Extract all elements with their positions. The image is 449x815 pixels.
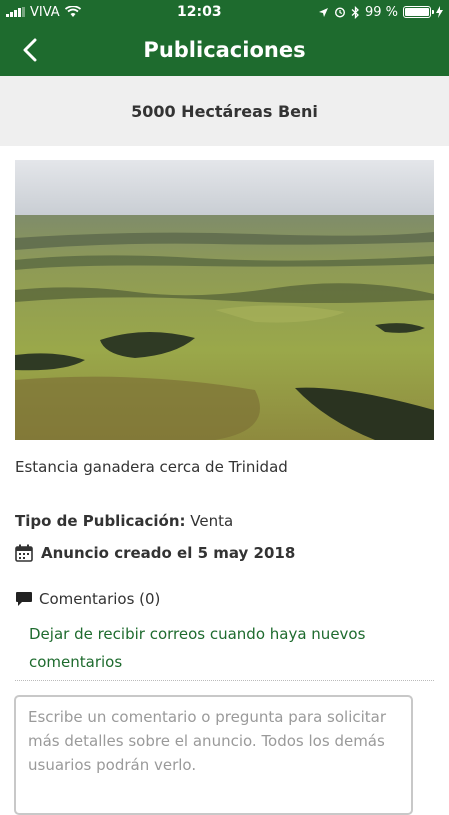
signal-icon <box>6 7 25 17</box>
unsubscribe-link[interactable]: Dejar de recibir correos cuando haya nue… <box>29 620 420 676</box>
calendar-icon <box>15 544 33 562</box>
comment-bubble-icon <box>16 592 32 606</box>
comment-input-container <box>14 695 413 815</box>
comment-input[interactable] <box>28 705 399 805</box>
listing-title-bar: 5000 Hectáreas Beni <box>0 76 449 146</box>
back-button[interactable] <box>14 34 46 66</box>
listing-photo[interactable] <box>15 160 434 440</box>
divider <box>15 680 434 681</box>
status-right: 99 % <box>318 5 443 20</box>
status-left: VIVA <box>6 5 81 20</box>
status-bar: VIVA 12:03 99 % <box>0 0 449 24</box>
chevron-left-icon <box>23 38 37 62</box>
publication-type-value: Venta <box>190 512 234 530</box>
nav-bar: Publicaciones <box>0 24 449 76</box>
listing-description: Estancia ganadera cerca de Trinidad <box>15 458 288 476</box>
landscape-image <box>15 160 434 440</box>
battery-percent: 99 % <box>364 4 398 20</box>
listing-title: 5000 Hectáreas Beni <box>131 101 318 121</box>
comments-count-label: Comentarios (0) <box>39 590 161 608</box>
wifi-icon <box>64 6 81 17</box>
publication-type-label: Tipo de Publicación: <box>15 512 186 530</box>
bluetooth-icon <box>351 5 359 19</box>
created-date-text: Anuncio creado el 5 may 2018 <box>41 544 296 562</box>
battery-icon <box>402 6 434 18</box>
carrier-label: VIVA <box>30 4 60 20</box>
comments-header: Comentarios (0) <box>15 590 434 608</box>
clock: 12:03 <box>177 4 222 20</box>
publication-type: Tipo de Publicación: Venta <box>15 512 434 530</box>
created-date: Anuncio creado el 5 may 2018 <box>15 544 434 562</box>
charging-icon <box>435 6 443 18</box>
alarm-icon <box>334 7 345 18</box>
page-title: Publicaciones <box>143 38 306 62</box>
location-arrow-icon <box>318 7 328 17</box>
